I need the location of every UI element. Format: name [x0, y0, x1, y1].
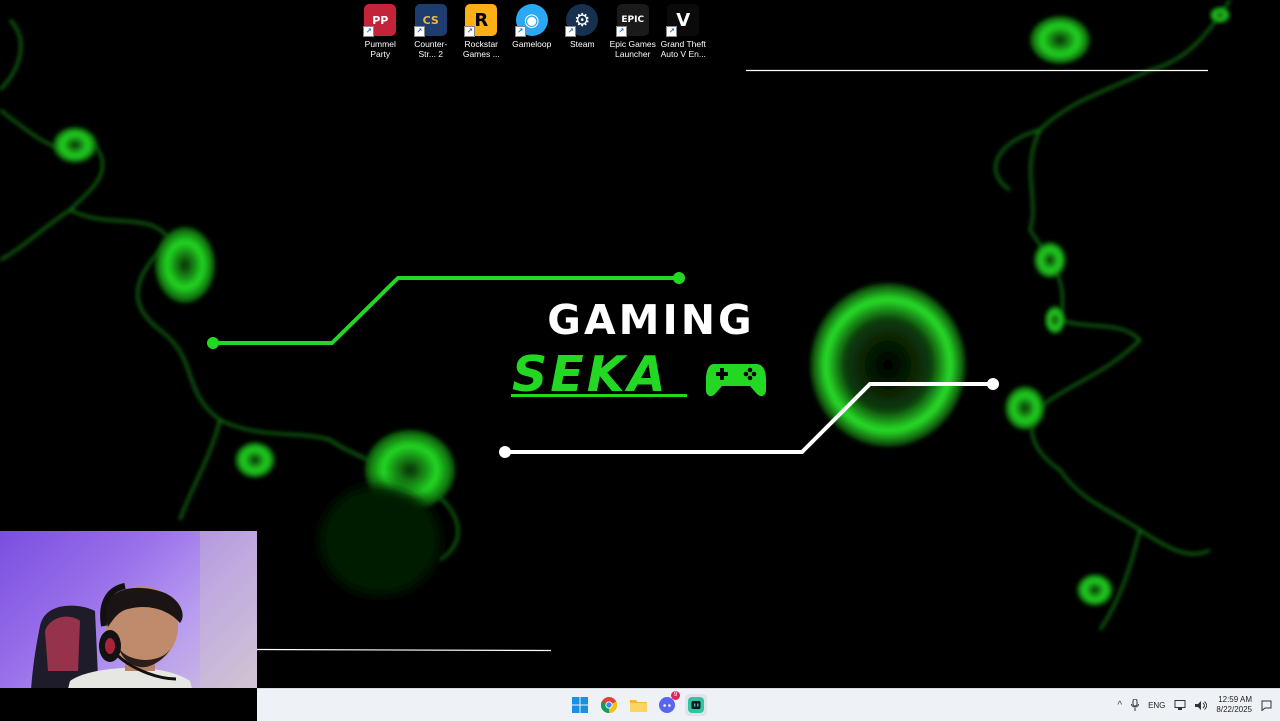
streamlabs-icon	[688, 697, 704, 713]
chrome-icon	[601, 697, 617, 713]
shortcut-arrow-icon: ↗	[363, 26, 375, 37]
language-indicator[interactable]: ENG	[1148, 701, 1165, 710]
shortcut-arrow-icon: ↗	[464, 26, 476, 37]
time-text: 12:59 AM	[1218, 695, 1252, 704]
gta-v-icon: V ↗	[666, 4, 700, 37]
desktop-icon-gameloop[interactable]: ◉ ↗ Gameloop	[507, 4, 558, 59]
desktop-icon-epic-games[interactable]: EPIC ↗ Epic Games Launcher	[608, 4, 659, 59]
bottom-white-line	[256, 648, 552, 652]
rockstar-games-icon: R ↗	[464, 4, 498, 37]
epic-games-icon: EPIC ↗	[615, 4, 649, 37]
desktop-icons: PP ↗ Pummel Party CS ↗ Counter-Str... 2 R ↗ Rock…	[355, 4, 709, 59]
desktop-icon-pummel-party[interactable]: PP ↗ Pummel Party	[355, 4, 406, 59]
pummel-party-icon: PP ↗	[363, 4, 397, 37]
start-button[interactable]	[569, 694, 591, 716]
shortcut-arrow-icon: ↗	[666, 26, 678, 37]
folder-icon	[629, 700, 647, 712]
notifications-icon[interactable]	[1261, 700, 1272, 711]
icon-glyph: PP	[372, 13, 389, 27]
shortcut-arrow-icon: ↗	[615, 26, 627, 37]
taskbar-apps: 9	[569, 691, 707, 716]
desktop-icon-label: Gameloop	[512, 39, 552, 49]
clock[interactable]: 12:59 AM 8/22/2025	[1216, 695, 1252, 715]
logo-gaming-text: GAMING	[547, 296, 754, 344]
icon-glyph: ⚙	[574, 9, 591, 31]
date-text: 8/22/2025	[1216, 705, 1252, 714]
network-icon[interactable]	[1174, 699, 1186, 711]
streamlabs-taskbar-button[interactable]	[685, 694, 707, 716]
desktop-icon-label: Epic Games Launcher	[609, 39, 656, 59]
desktop-icon-label: Pummel Party	[364, 39, 396, 59]
webcam-overlay	[0, 531, 257, 688]
icon-glyph: R	[474, 9, 489, 31]
discord-taskbar-button[interactable]: 9	[656, 691, 680, 716]
shortcut-arrow-icon: ↗	[413, 26, 425, 37]
desktop-icon-label: Rockstar Games ...	[462, 39, 500, 59]
desktop-icon-gta-v[interactable]: V ↗ Grand Theft Auto V En...	[658, 4, 709, 59]
windows-icon	[572, 697, 588, 713]
gameloop-icon: ◉ ↗	[514, 4, 548, 37]
volume-icon[interactable]	[1195, 700, 1208, 711]
desktop-icon-rockstar-games[interactable]: R ↗ Rockstar Games ...	[456, 4, 507, 59]
desktop-icon-counter-strike[interactable]: CS ↗ Counter-Str... 2	[406, 4, 457, 59]
chrome-taskbar-button[interactable]	[598, 694, 620, 716]
desktop-icon-label: Counter-Str... 2	[414, 39, 448, 59]
icon-glyph: EPIC	[621, 15, 645, 25]
logo-underline	[511, 394, 687, 397]
shortcut-arrow-icon: ↗	[565, 26, 577, 37]
desktop-icon-label: Grand Theft Auto V En...	[660, 39, 706, 59]
notification-badge: 9	[671, 691, 680, 700]
icon-glyph: CS	[422, 13, 439, 27]
shortcut-arrow-icon: ↗	[514, 26, 526, 37]
show-hidden-icons-chevron-icon[interactable]: ^	[1117, 700, 1122, 711]
webcam-person-image	[31, 531, 257, 688]
system-tray: ^ ENG 12:59 AM 8/22/2025	[1117, 689, 1280, 721]
desktop-icon-steam[interactable]: ⚙ ↗ Steam	[557, 4, 608, 59]
icon-glyph: ◉	[523, 9, 540, 31]
desktop: GAMING SEKA PP ↗ Pummel Party CS ↗ Counter-St…	[0, 0, 1280, 688]
file-explorer-taskbar-button[interactable]	[627, 694, 649, 716]
gamepad-icon	[706, 364, 766, 397]
icon-glyph: V	[676, 9, 691, 31]
microphone-icon[interactable]	[1131, 699, 1140, 711]
desktop-icon-label: Steam	[569, 39, 595, 49]
counter-strike-icon: CS ↗	[413, 4, 447, 37]
taskbar: 9 ^ ENG 12:59 AM 8/22/2025	[257, 688, 1280, 721]
steam-icon: ⚙ ↗	[565, 4, 599, 37]
